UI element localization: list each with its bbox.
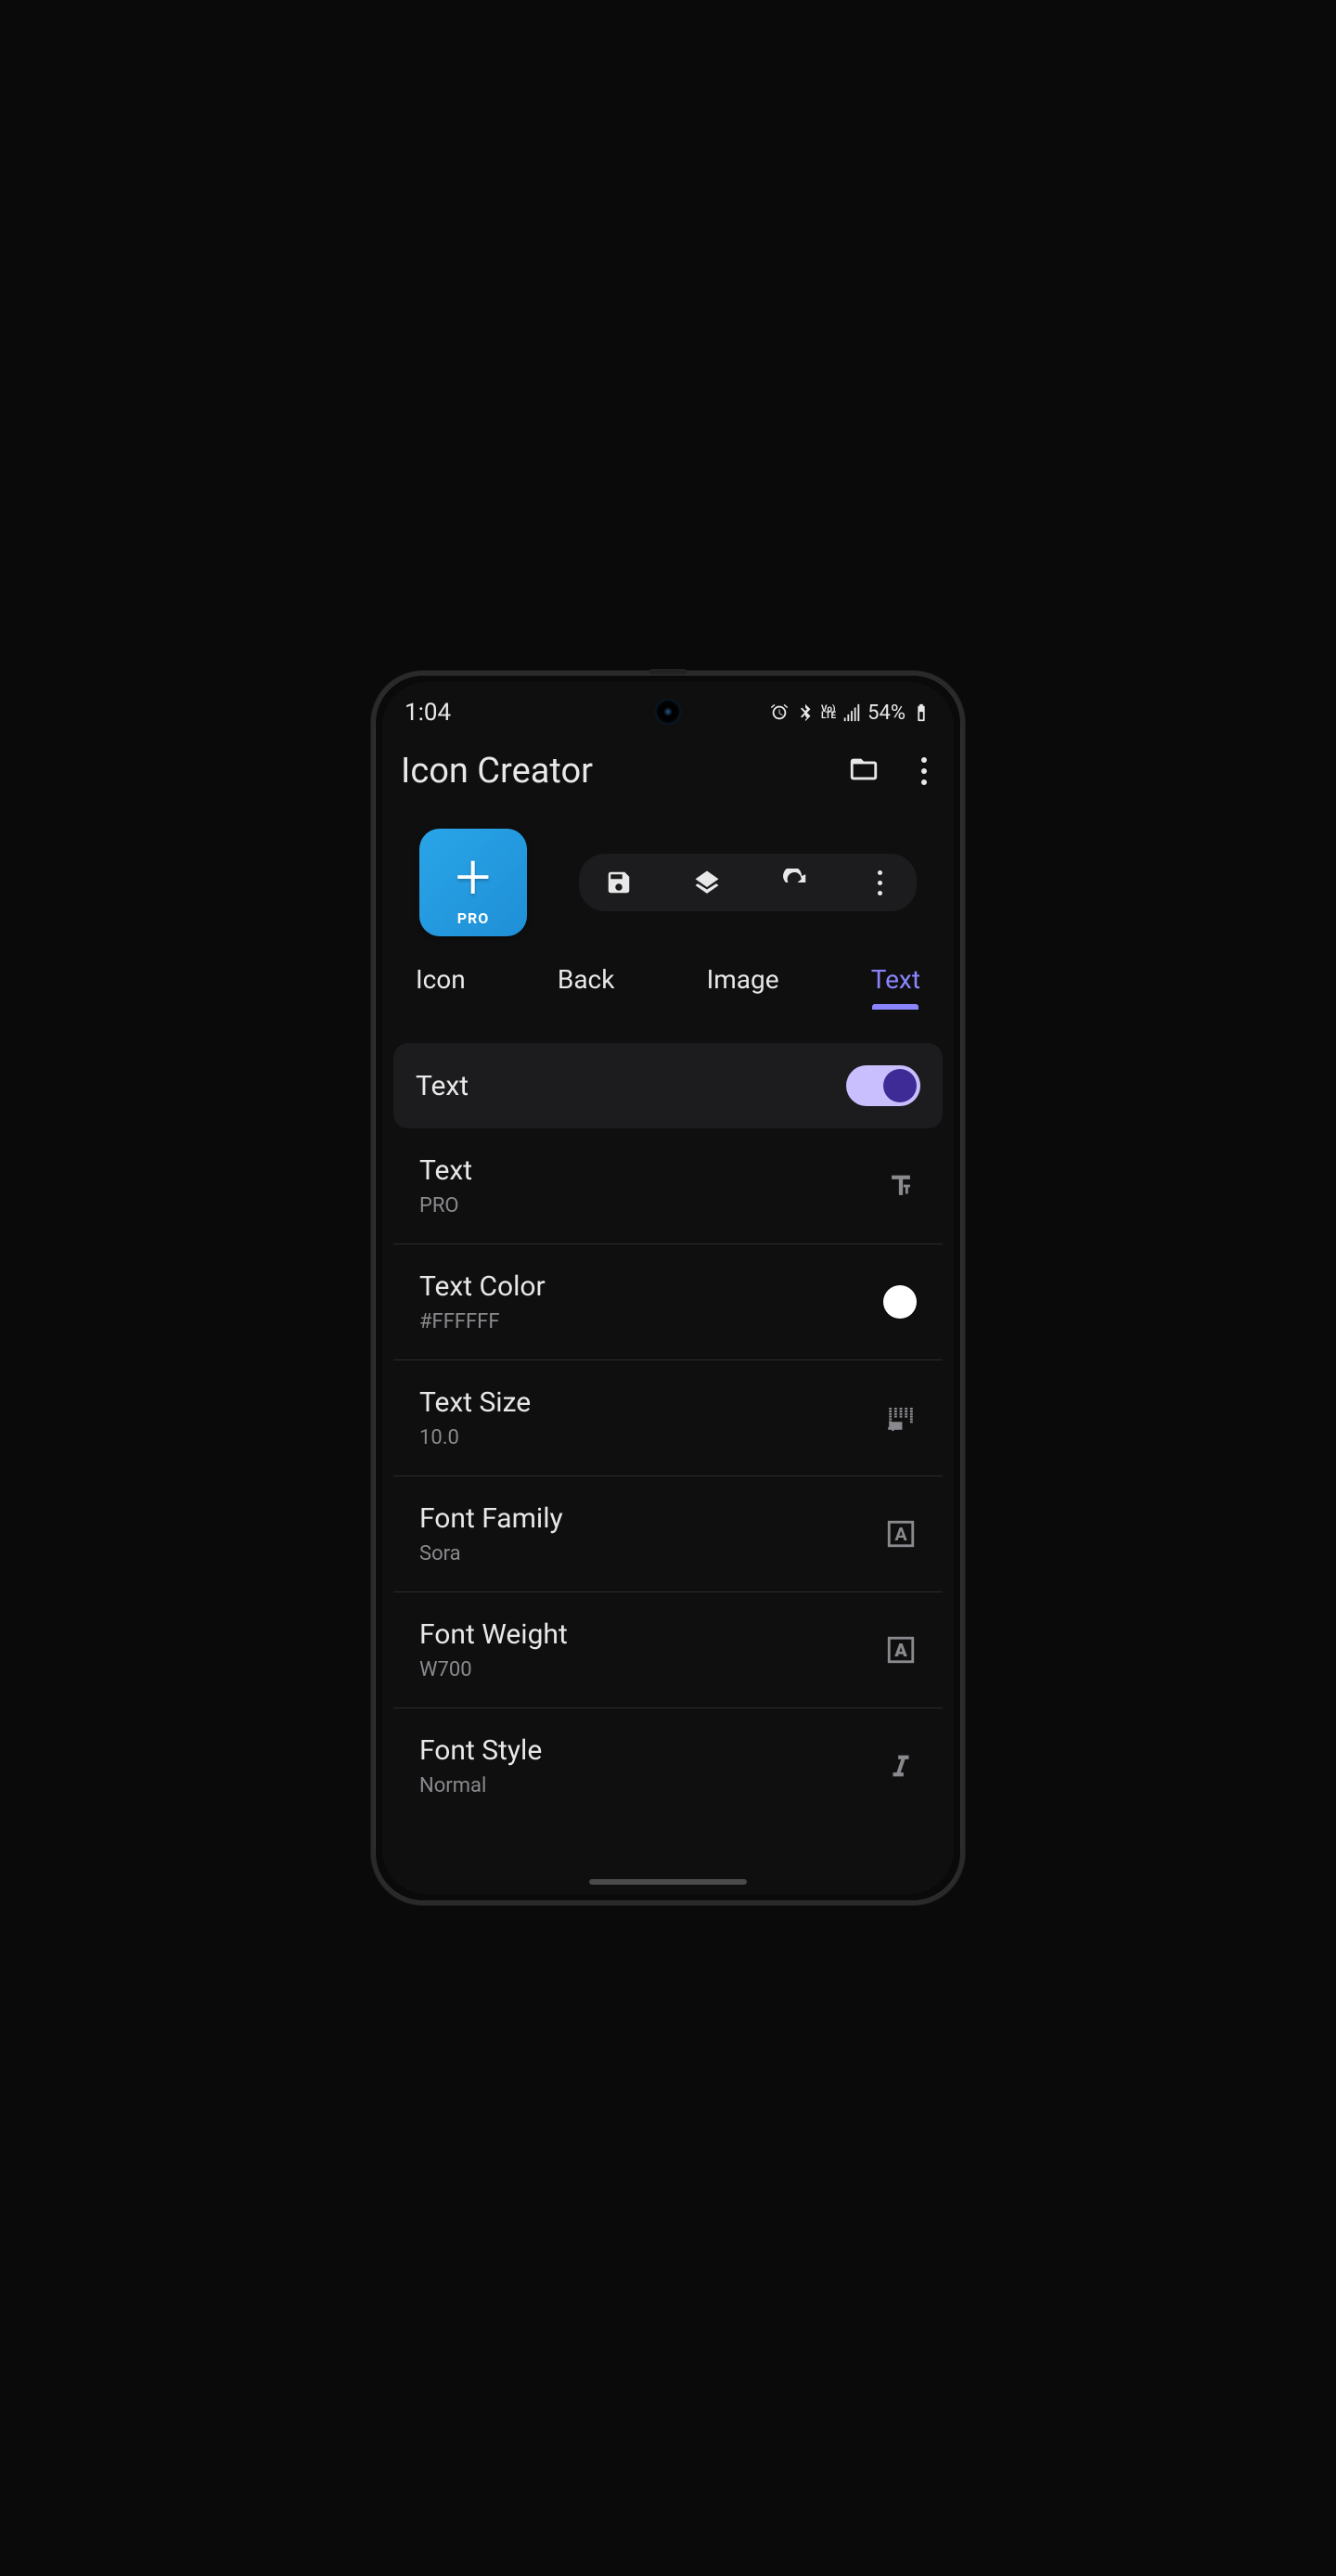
toolbar-more-button[interactable] [869,870,892,895]
battery-text: 54% [867,702,906,725]
nav-bar[interactable] [589,1879,747,1885]
setting-value: Normal [419,1774,542,1797]
app-bar: Icon Creator [382,730,954,812]
toolbar [579,854,917,911]
setting-value: #FFFFFF [419,1310,546,1333]
setting-font-family[interactable]: Font Family Sora A [393,1476,943,1592]
camera-notch [655,699,681,725]
text-section-header: Text [393,1043,943,1128]
section-title: Text [416,1070,469,1102]
setting-value: Sora [419,1542,563,1565]
setting-label: Text Size [419,1386,531,1419]
setting-label: Font Weight [419,1618,568,1651]
font-weight-icon: A [885,1634,917,1666]
battery-icon [911,702,931,723]
setting-font-weight[interactable]: Font Weight W700 A [393,1592,943,1708]
layers-icon [693,869,721,896]
toggle-knob [883,1069,917,1102]
tab-icon[interactable]: Icon [416,964,466,1010]
text-toggle[interactable] [846,1065,920,1106]
screen: 1:04 Vo) LTE 54% Icon Creator [382,682,954,1894]
setting-label: Font Style [419,1734,542,1767]
save-icon [605,869,633,896]
color-swatch [883,1285,917,1319]
app-bar-actions [848,753,935,789]
plus-icon: + [456,845,491,908]
reset-button[interactable] [781,869,809,896]
refresh-icon [781,869,809,896]
status-icons: Vo) LTE 54% [769,702,931,725]
signal-icon [841,702,862,723]
setting-text-color[interactable]: Text Color #FFFFFF [393,1244,943,1360]
setting-text-size[interactable]: Text Size 10.0 [393,1360,943,1476]
svg-text:A: A [894,1524,907,1545]
tab-image[interactable]: Image [707,964,779,1010]
tab-text[interactable]: Text [871,964,920,1010]
setting-label: Font Family [419,1502,563,1535]
more-button[interactable] [913,757,935,785]
save-button[interactable] [605,869,633,896]
size-icon [885,1402,917,1434]
setting-text[interactable]: Text PRO [393,1128,943,1244]
svg-text:A: A [893,1640,907,1661]
setting-value: PRO [419,1194,472,1217]
bluetooth-icon [795,702,816,723]
settings-list: Text PRO Text Color #FFFFFF Text Siz [393,1128,943,1823]
lte-icon: Vo) LTE [821,706,836,719]
layers-button[interactable] [693,869,721,896]
font-icon: A [885,1518,917,1550]
tabs: Icon Back Image Text [382,964,954,1030]
status-time: 1:04 [405,699,451,727]
icon-preview[interactable]: + PRO [419,829,527,936]
setting-label: Text Color [419,1270,546,1303]
italic-icon [885,1750,917,1782]
phone-frame: 1:04 Vo) LTE 54% Icon Creator [371,671,965,1905]
setting-value: W700 [419,1658,568,1681]
preview-section: + PRO [382,812,954,964]
setting-label: Text [419,1154,472,1187]
folder-icon [848,753,880,785]
setting-font-style[interactable]: Font Style Normal [393,1708,943,1823]
alarm-icon [769,702,790,723]
folder-button[interactable] [848,753,880,789]
text-format-icon [885,1170,917,1202]
icon-preview-label: PRO [457,909,490,927]
page-title: Icon Creator [401,751,593,792]
setting-value: 10.0 [419,1426,531,1449]
tab-back[interactable]: Back [558,964,615,1010]
